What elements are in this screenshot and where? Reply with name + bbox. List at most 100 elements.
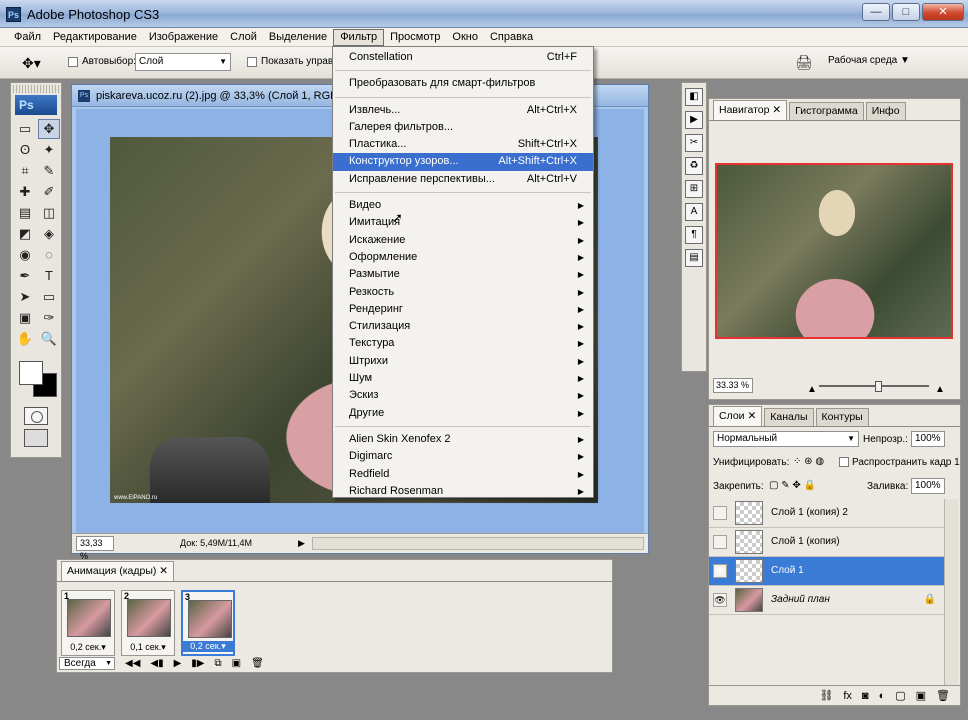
duplicate-frame-icon[interactable]: ▣ bbox=[232, 658, 241, 669]
menu-file[interactable]: Файл bbox=[8, 29, 47, 46]
animation-frame[interactable]: 1 0,2 сек.▾ bbox=[61, 590, 115, 656]
autoselect-dropdown[interactable]: Слой ▼ bbox=[135, 53, 231, 71]
status-menu-arrow-icon[interactable]: ▶ bbox=[298, 534, 305, 553]
layer-row[interactable]: 👁 Слой 1 bbox=[709, 557, 944, 586]
tab-animation[interactable]: Анимация (кадры) ✕ bbox=[61, 561, 175, 581]
navigator-preview[interactable] bbox=[715, 163, 953, 339]
filter-menu-item[interactable]: Digimarc ▶ bbox=[333, 448, 593, 465]
filter-menu-item[interactable]: Constellation Ctrl+F bbox=[333, 49, 593, 66]
crop-tool-icon[interactable]: ⌗ bbox=[14, 161, 36, 181]
quick-mask-icon[interactable] bbox=[24, 407, 48, 425]
lasso-tool-icon[interactable]: ʘ bbox=[14, 140, 36, 160]
navigator-slider-handle[interactable] bbox=[875, 381, 882, 392]
layer-visibility-eye-icon[interactable] bbox=[713, 535, 727, 549]
propagate-checkbox[interactable] bbox=[839, 457, 849, 467]
slice-tool-icon[interactable]: ✎ bbox=[38, 161, 60, 181]
new-layer-icon[interactable]: ▣ bbox=[916, 689, 926, 702]
filter-menu-item[interactable]: Штрихи ▶ bbox=[333, 353, 593, 370]
lock-icons[interactable]: ▢ ✎ ✥ 🔒 bbox=[769, 480, 816, 491]
layer-row[interactable]: Слой 1 (копия) 2 bbox=[709, 499, 944, 528]
tween-icon[interactable]: ⧉ bbox=[215, 658, 222, 669]
filter-menu-item[interactable]: Размытие ▶ bbox=[333, 266, 593, 283]
fill-field[interactable]: 100% bbox=[911, 478, 945, 494]
filter-menu-item[interactable]: Видео ▶ bbox=[333, 197, 593, 214]
menu-view[interactable]: Просмотр bbox=[384, 29, 446, 46]
filter-menu-item[interactable]: Извлечь... Alt+Ctrl+X bbox=[333, 102, 593, 119]
brush-tool-icon[interactable]: ✐ bbox=[38, 182, 60, 202]
filter-menu-item[interactable]: Alien Skin Xenofex 2 ▶ bbox=[333, 431, 593, 448]
zoom-tool-icon[interactable]: 🔍 bbox=[38, 329, 60, 349]
filter-menu-item[interactable]: Галерея фильтров... bbox=[333, 119, 593, 136]
pen-tool-icon[interactable]: ✒ bbox=[14, 266, 36, 286]
shape-tool-icon[interactable]: ▭ bbox=[38, 287, 60, 307]
opacity-field[interactable]: 100% bbox=[911, 431, 945, 447]
tab-channels[interactable]: Каналы bbox=[764, 408, 814, 426]
layer-style-icon[interactable]: fx bbox=[843, 690, 852, 702]
tab-info[interactable]: Инфо bbox=[865, 102, 906, 120]
filter-menu-item[interactable]: Redfield ▶ bbox=[333, 466, 593, 483]
move-tool-icon[interactable]: ✥▾ bbox=[22, 55, 41, 72]
menu-help[interactable]: Справка bbox=[484, 29, 539, 46]
palette-well-icon[interactable]: 🖨 bbox=[795, 54, 813, 71]
link-layers-icon[interactable]: ⛓ bbox=[819, 689, 833, 702]
menu-layer[interactable]: Слой bbox=[224, 29, 263, 46]
filter-menu-item[interactable]: Оформление ▶ bbox=[333, 249, 593, 266]
filter-menu-item[interactable]: Стилизация ▶ bbox=[333, 318, 593, 335]
close-button[interactable]: ✕ bbox=[922, 3, 964, 21]
filter-menu-item[interactable]: Шум ▶ bbox=[333, 370, 593, 387]
autoselect-checkbox[interactable] bbox=[68, 57, 78, 67]
brushes-panel-icon[interactable]: ♻ bbox=[685, 157, 703, 175]
actions-panel-icon[interactable]: ▶ bbox=[685, 111, 703, 129]
layers-scrollbar[interactable] bbox=[944, 499, 958, 685]
minimize-button[interactable]: — bbox=[862, 3, 890, 21]
delete-frame-icon[interactable]: 🗑 bbox=[251, 658, 264, 669]
workspace-button[interactable]: Рабочая среда ▼ bbox=[828, 55, 910, 66]
filter-menu-item[interactable]: Другие ▶ bbox=[333, 405, 593, 422]
maximize-button[interactable]: □ bbox=[892, 3, 920, 21]
path-select-icon[interactable]: ➤ bbox=[14, 287, 36, 307]
menu-select[interactable]: Выделение bbox=[263, 29, 333, 46]
blur-tool-icon[interactable]: ◉ bbox=[14, 245, 36, 265]
foreground-color[interactable] bbox=[19, 361, 43, 385]
eraser-tool-icon[interactable]: ◩ bbox=[14, 224, 36, 244]
animation-frame[interactable]: 2 0,1 сек.▾ bbox=[121, 590, 175, 656]
paragraph-panel-icon[interactable]: ¶ bbox=[685, 226, 703, 244]
filter-menu-item[interactable]: Преобразовать для смарт-фильтров bbox=[333, 75, 593, 92]
zoom-in-icon[interactable]: ▲ bbox=[935, 384, 945, 395]
filter-menu-item[interactable]: Резкость ▶ bbox=[333, 284, 593, 301]
move-tool-icon[interactable]: ✥ bbox=[38, 119, 60, 139]
adjustment-layer-icon[interactable]: ◐ bbox=[879, 690, 886, 702]
filter-menu-item[interactable]: Рендеринг ▶ bbox=[333, 301, 593, 318]
eyedropper-icon[interactable]: ✑ bbox=[38, 308, 60, 328]
blend-mode-dropdown[interactable]: Нормальный ▼ bbox=[713, 431, 859, 447]
layer-comps-icon[interactable]: ▤ bbox=[685, 249, 703, 267]
filter-menu-item[interactable]: Исправление перспективы... Alt+Ctrl+V bbox=[333, 171, 593, 188]
marquee-tool-icon[interactable]: ▭ bbox=[14, 119, 36, 139]
filter-menu-item[interactable]: Текстура ▶ bbox=[333, 335, 593, 352]
frame-delay-dropdown[interactable]: 0,2 сек.▾ bbox=[62, 642, 114, 653]
tab-paths[interactable]: Контуры bbox=[815, 408, 869, 426]
prev-frame-icon[interactable]: ◀▮ bbox=[150, 658, 163, 669]
horizontal-scrollbar[interactable] bbox=[312, 537, 644, 550]
clone-source-icon[interactable]: ⊞ bbox=[685, 180, 703, 198]
layer-visibility-eye-icon[interactable]: 👁 bbox=[713, 593, 727, 607]
menu-edit[interactable]: Редактирование bbox=[47, 29, 143, 46]
frame-delay-dropdown[interactable]: 0,2 сек.▾ bbox=[183, 641, 233, 652]
dodge-tool-icon[interactable]: ◌ bbox=[38, 245, 60, 265]
animation-frame[interactable]: 3 0,2 сек.▾ bbox=[181, 590, 235, 656]
menu-window[interactable]: Окно bbox=[446, 29, 484, 46]
tab-layers[interactable]: Слои ✕ bbox=[713, 406, 763, 426]
filter-menu-item[interactable]: Пластика... Shift+Ctrl+X bbox=[333, 136, 593, 153]
toolbox-grip[interactable] bbox=[13, 85, 59, 93]
type-tool-icon[interactable]: T bbox=[38, 266, 60, 286]
filter-menu-item[interactable]: Конструктор узоров... Alt+Shift+Ctrl+X bbox=[333, 153, 593, 171]
first-frame-icon[interactable]: ◀◀ bbox=[125, 658, 140, 669]
gradient-tool-icon[interactable]: ◈ bbox=[38, 224, 60, 244]
layer-row[interactable]: Слой 1 (копия) bbox=[709, 528, 944, 557]
tab-histogram[interactable]: Гистограмма bbox=[789, 102, 864, 120]
menu-filter[interactable]: Фильтр bbox=[333, 28, 385, 46]
screen-mode-icon[interactable] bbox=[24, 429, 48, 447]
unify-icons[interactable]: ⁘ ⊛ ◍ bbox=[793, 456, 824, 467]
navigator-zoom-field[interactable]: 33.33 % bbox=[713, 378, 753, 393]
filter-menu-item[interactable]: Эскиз ▶ bbox=[333, 387, 593, 404]
